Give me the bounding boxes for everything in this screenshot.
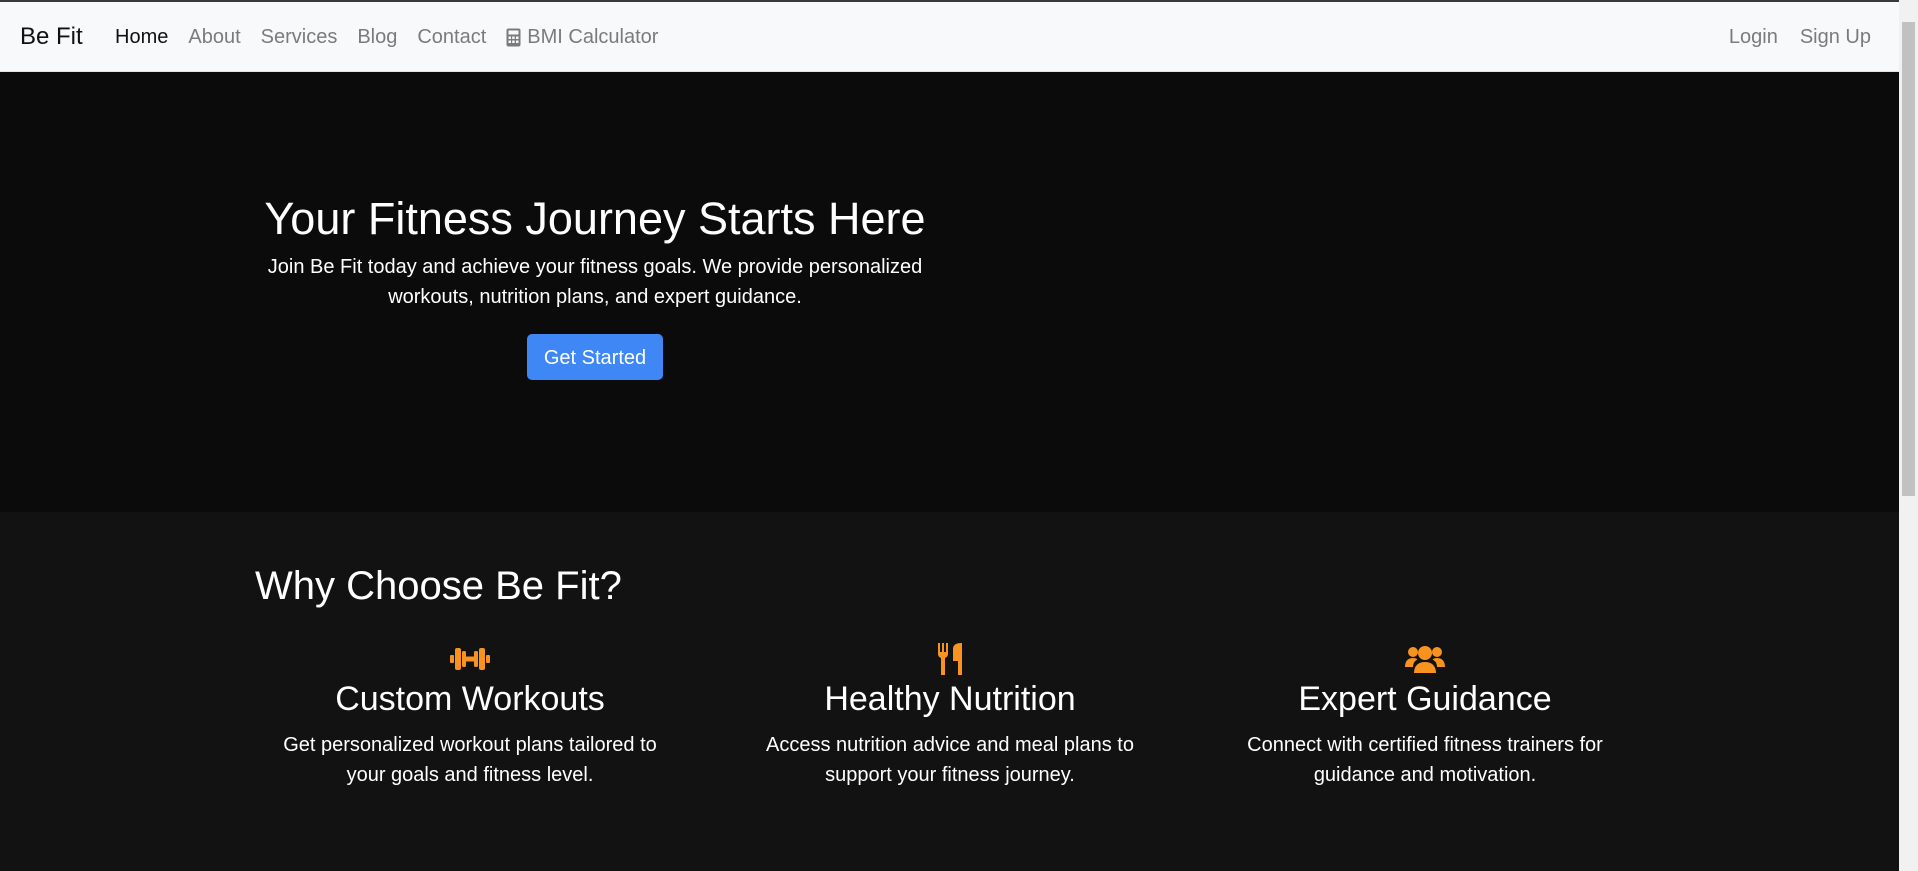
nav-link-bmi-label: BMI Calculator: [527, 26, 659, 48]
utensils-icon: [720, 642, 1180, 676]
features-section: Why Choose Be Fit? Custom Workouts Get p…: [0, 512, 1899, 871]
page-viewport: Be Fit Home About Services Blog Contact: [0, 0, 1899, 871]
nav-auth-links: Login Sign Up: [1707, 24, 1871, 50]
feature-custom-workouts: Custom Workouts Get personalized workout…: [240, 642, 700, 790]
nav-link-contact[interactable]: Contact: [417, 24, 486, 50]
navbar: Be Fit Home About Services Blog Contact: [0, 2, 1899, 72]
users-icon: [1195, 642, 1655, 676]
get-started-button[interactable]: Get Started: [526, 334, 664, 380]
feature-title: Healthy Nutrition: [824, 680, 1076, 718]
nav-link-blog[interactable]: Blog: [357, 24, 397, 50]
nav-link-about[interactable]: About: [188, 24, 240, 50]
nav-links: Home About Services Blog Contact BMI Cal…: [115, 24, 678, 50]
hero-section: Your Fitness Journey Starts Here Join Be…: [0, 72, 1899, 512]
hero-description: Join Be Fit today and achieve your fitne…: [267, 256, 923, 308]
feature-title: Custom Workouts: [335, 680, 605, 718]
feature-description: Get personalized workout plans tailored …: [283, 734, 657, 786]
nav-link-bmi-calculator[interactable]: BMI Calculator: [506, 24, 658, 50]
hero-title: Your Fitness Journey Starts Here: [264, 193, 926, 244]
brand-logo[interactable]: Be Fit: [20, 22, 83, 52]
nav-link-home[interactable]: Home: [115, 24, 168, 50]
nav-link-login[interactable]: Login: [1729, 24, 1778, 50]
dumbbell-icon: [240, 642, 700, 676]
scrollbar-thumb[interactable]: [1902, 22, 1915, 496]
features-title: Why Choose Be Fit?: [255, 564, 622, 608]
feature-title: Expert Guidance: [1298, 680, 1552, 718]
vertical-scrollbar[interactable]: [1899, 0, 1918, 871]
feature-description: Connect with certified fitness trainers …: [1247, 734, 1603, 786]
hero-content: Your Fitness Journey Starts Here Join Be…: [255, 192, 935, 380]
nav-link-signup[interactable]: Sign Up: [1800, 24, 1871, 50]
feature-healthy-nutrition: Healthy Nutrition Access nutrition advic…: [720, 642, 1180, 790]
calculator-icon: [506, 28, 521, 47]
nav-link-services[interactable]: Services: [261, 24, 338, 50]
feature-description: Access nutrition advice and meal plans t…: [766, 734, 1134, 786]
feature-expert-guidance: Expert Guidance Connect with certified f…: [1195, 642, 1655, 790]
